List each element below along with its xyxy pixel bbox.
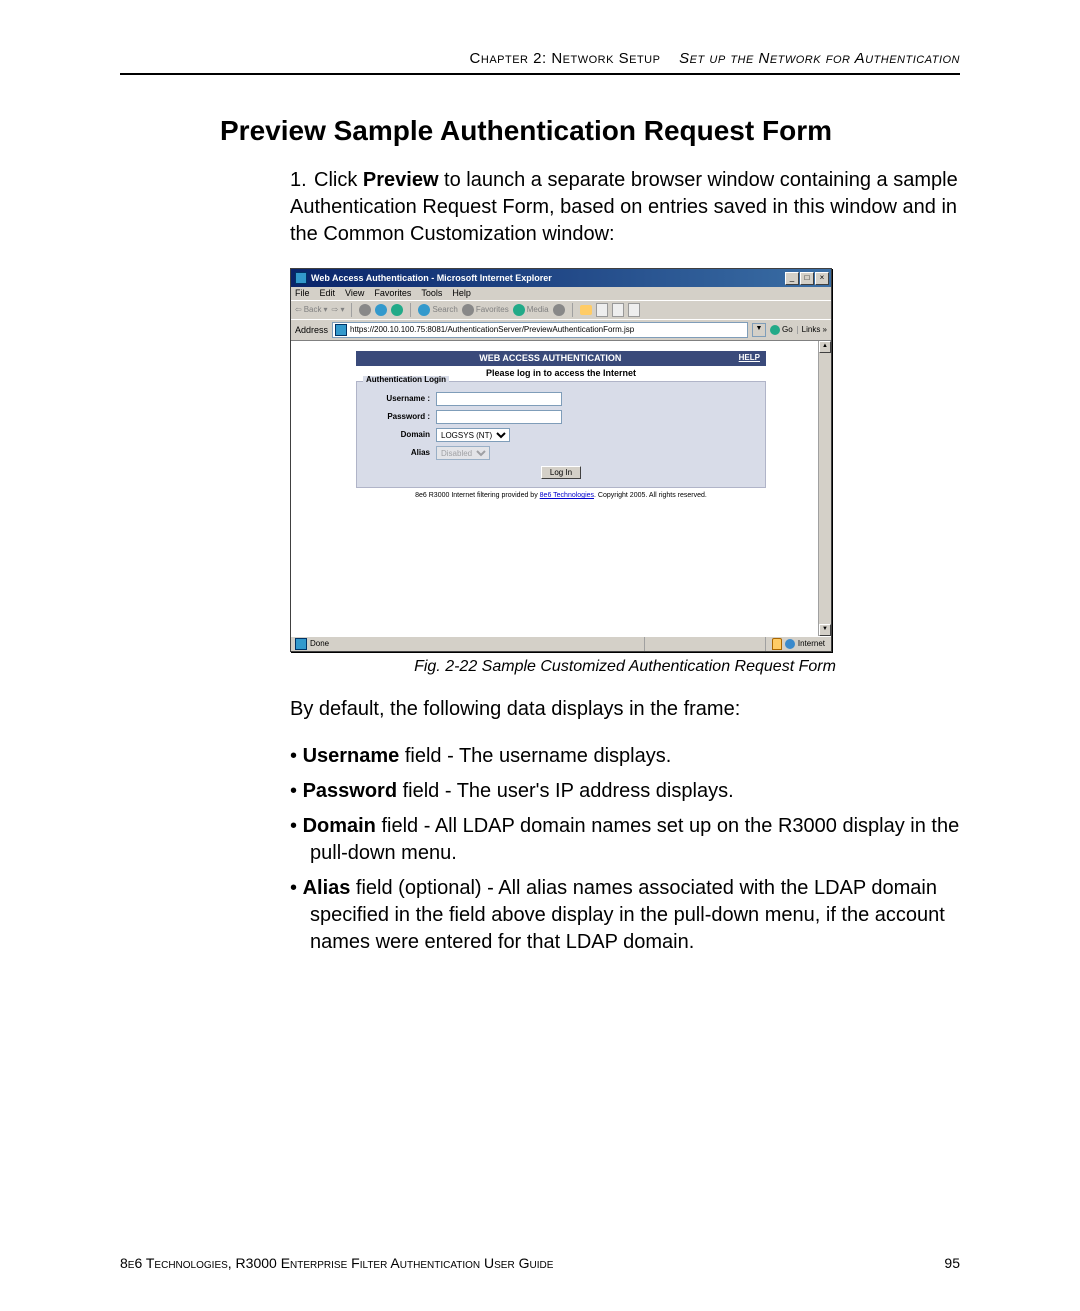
8e6-link[interactable]: 8e6 Technologies: [540, 492, 594, 499]
domain-label: Domain: [365, 431, 436, 439]
content-area: ▲ ▼ WEB ACCESS AUTHENTICATION HELP Pleas…: [291, 340, 831, 636]
menu-view[interactable]: View: [345, 289, 364, 298]
print-icon[interactable]: [596, 303, 608, 317]
address-url: https://200.10.100.75:8081/Authenticatio…: [350, 326, 634, 334]
go-button[interactable]: Go: [770, 325, 793, 335]
titlebar: Web Access Authentication - Microsoft In…: [291, 269, 831, 287]
menu-tools[interactable]: Tools: [421, 289, 442, 298]
auth-legend: Authentication Login: [363, 376, 449, 384]
auth-box: WEB ACCESS AUTHENTICATION HELP Please lo…: [356, 351, 766, 499]
username-label: Username :: [365, 395, 436, 403]
links-button[interactable]: Links »: [797, 326, 827, 334]
mail-icon[interactable]: [580, 305, 592, 315]
refresh-icon[interactable]: [375, 304, 387, 316]
edit-icon[interactable]: [612, 303, 624, 317]
footer-text: 8e6 Technologies, R3000 Enterprise Filte…: [120, 1255, 944, 1271]
media-button[interactable]: Media: [513, 304, 549, 316]
maximize-button[interactable]: □: [800, 272, 814, 285]
header-section: Set up the Network for Authentication: [679, 50, 960, 67]
media-icon: [513, 304, 525, 316]
history-icon[interactable]: [553, 304, 565, 316]
toolbar: ⇦ Back ▾ ⇨ ▾ Search Favorites Media: [291, 300, 831, 319]
menu-help[interactable]: Help: [452, 289, 471, 298]
figure-caption: Fig. 2-22 Sample Customized Authenticati…: [290, 658, 960, 676]
section-title: Preview Sample Authentication Request Fo…: [220, 115, 960, 147]
scrollbar[interactable]: ▲ ▼: [818, 341, 831, 636]
lock-icon: [772, 638, 782, 650]
address-dropdown[interactable]: ▼: [752, 323, 766, 337]
page-icon: [335, 324, 347, 336]
menu-edit[interactable]: Edit: [320, 289, 336, 298]
stop-icon[interactable]: [359, 304, 371, 316]
auth-panel: Authentication Login Username : Password…: [356, 381, 766, 488]
list-item: Domain field - All LDAP domain names set…: [290, 813, 960, 867]
login-button[interactable]: Log In: [541, 466, 581, 479]
address-input[interactable]: https://200.10.100.75:8081/Authenticatio…: [332, 322, 748, 338]
alias-label: Alias: [365, 449, 436, 457]
list-item: Alias field (optional) - All alias names…: [290, 875, 960, 956]
address-bar: Address https://200.10.100.75:8081/Authe…: [291, 319, 831, 340]
header-chapter: Chapter 2: Network Setup: [470, 50, 661, 67]
auth-header: WEB ACCESS AUTHENTICATION HELP: [356, 351, 766, 366]
ie-icon: [295, 272, 307, 284]
status-zone: Internet: [798, 640, 825, 648]
password-field[interactable]: [436, 410, 562, 424]
domain-select[interactable]: LOGSYS (NT): [436, 428, 510, 442]
page-number: 95: [944, 1255, 960, 1271]
help-link[interactable]: HELP: [739, 354, 760, 363]
favorites-icon: [462, 304, 474, 316]
go-icon: [770, 325, 780, 335]
auth-footer: 8e6 R3000 Internet filtering provided by…: [356, 492, 766, 499]
search-icon: [418, 304, 430, 316]
step-1: 1.Click Preview to launch a separate bro…: [290, 167, 960, 248]
page-header: Chapter 2: Network Setup Set up the Netw…: [120, 50, 960, 75]
address-label: Address: [295, 326, 328, 335]
password-label: Password :: [365, 413, 436, 421]
username-field[interactable]: [436, 392, 562, 406]
favorites-button[interactable]: Favorites: [462, 304, 509, 316]
window-title: Web Access Authentication - Microsoft In…: [311, 274, 785, 283]
ie-window: Web Access Authentication - Microsoft In…: [290, 268, 832, 652]
status-text: Done: [310, 640, 329, 648]
list-item: Username field - The username displays.: [290, 743, 960, 770]
alias-select: Disabled: [436, 446, 490, 460]
page-footer: 8e6 Technologies, R3000 Enterprise Filte…: [120, 1255, 960, 1271]
home-icon[interactable]: [391, 304, 403, 316]
menu-file[interactable]: File: [295, 289, 310, 298]
minimize-button[interactable]: _: [785, 272, 799, 285]
back-button[interactable]: ⇦ Back ▾: [295, 306, 328, 314]
forward-button[interactable]: ⇨ ▾: [332, 306, 345, 314]
close-button[interactable]: ×: [815, 272, 829, 285]
status-page-icon: [295, 638, 307, 650]
scroll-up-button[interactable]: ▲: [819, 341, 831, 353]
step-number: 1.: [290, 167, 314, 194]
list-item: Password field - The user's IP address d…: [290, 778, 960, 805]
globe-icon: [785, 639, 795, 649]
statusbar: Done Internet: [291, 636, 831, 651]
scroll-down-button[interactable]: ▼: [819, 624, 831, 636]
default-paragraph: By default, the following data displays …: [290, 696, 960, 723]
menu-favorites[interactable]: Favorites: [374, 289, 411, 298]
bullets: Username field - The username displays. …: [290, 743, 960, 956]
figure-2-22: Web Access Authentication - Microsoft In…: [290, 268, 960, 676]
search-button[interactable]: Search: [418, 304, 457, 316]
auth-title: WEB ACCESS AUTHENTICATION: [362, 354, 739, 363]
menubar: File Edit View Favorites Tools Help: [291, 287, 831, 300]
discuss-icon[interactable]: [628, 303, 640, 317]
